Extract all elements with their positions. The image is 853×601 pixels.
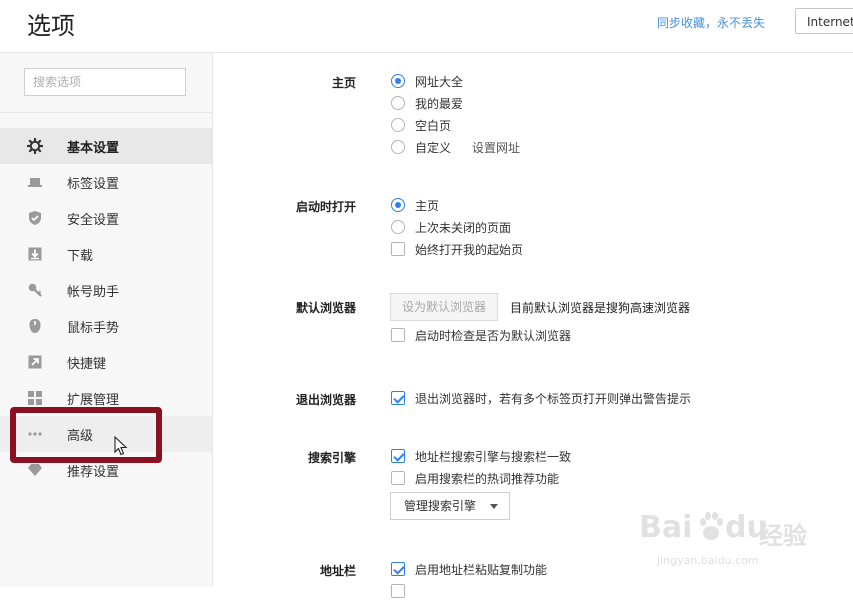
checkbox[interactable]: [391, 242, 405, 256]
checkbox-label: 启用地址栏粘贴复制功能: [415, 563, 548, 577]
sidebar: 基本设置 标签设置 安全设置 下载 帐号助手: [0, 53, 213, 587]
mouse-cursor-icon: [114, 436, 128, 456]
grid-icon: [28, 391, 42, 405]
sidebar-item-label: 快捷键: [67, 357, 107, 372]
checkbox-label: 始终打开我的起始页: [415, 243, 524, 257]
radio-button[interactable]: [391, 96, 405, 110]
sidebar-item-tabs[interactable]: 标签设置: [0, 164, 212, 200]
sync-link[interactable]: 同步收藏，永不丢失: [657, 14, 765, 31]
radio-label: 空白页: [415, 119, 452, 133]
caret-down-icon: [490, 504, 498, 509]
set-default-browser-button[interactable]: 设为默认浏览器: [390, 293, 498, 321]
checkbox-label: 启动时检查是否为默认浏览器: [415, 329, 572, 343]
sidebar-item-mouse-gesture[interactable]: 鼠标手势: [0, 308, 212, 344]
section-label-addressbar: 地址栏: [319, 564, 356, 578]
sidebar-item-label: 鼠标手势: [67, 321, 120, 336]
radio-label: 主页: [415, 199, 440, 213]
download-icon: [28, 247, 42, 261]
checkbox[interactable]: [391, 449, 405, 463]
watermark-brand-cn: 经验: [759, 522, 807, 550]
sidebar-item-account[interactable]: 帐号助手: [0, 272, 212, 308]
set-url-link[interactable]: 设置网址: [472, 139, 520, 156]
sidebar-item-label: 推荐设置: [67, 465, 120, 480]
sidebar-item-shortcut[interactable]: 快捷键: [0, 344, 212, 380]
internet-options-button[interactable]: Internet: [795, 8, 853, 34]
search-input[interactable]: [25, 69, 183, 95]
radio-label: 上次未关闭的页面: [415, 221, 512, 235]
radio-button[interactable]: [391, 140, 405, 154]
section-label-exit: 退出浏览器: [295, 393, 356, 407]
radio-button[interactable]: [391, 74, 405, 88]
gear-icon: [27, 138, 43, 154]
manage-search-engine-dropdown[interactable]: 管理搜索引擎: [390, 492, 510, 520]
highlight-annotation: [10, 407, 162, 463]
radio-label: 自定义: [415, 141, 452, 155]
baidu-jingyan-watermark: Bai du 经验 jingyan.baidu.com: [617, 506, 817, 567]
sidebar-item-label: 基本设置: [67, 141, 120, 156]
sidebar-item-label: 标签设置: [67, 177, 120, 192]
sidebar-divider: [0, 112, 212, 113]
section-label-homepage: 主页: [331, 76, 356, 90]
sidebar-item-basic[interactable]: 基本设置: [0, 128, 212, 164]
checkbox[interactable]: [391, 328, 405, 342]
header: 选项 同步收藏，永不丢失 Internet: [0, 0, 853, 53]
section-label-startup: 启动时打开: [295, 200, 356, 214]
shield-icon: [29, 211, 41, 225]
sidebar-item-security[interactable]: 安全设置: [0, 200, 212, 236]
key-icon: [28, 283, 42, 297]
diamond-icon: [28, 464, 42, 476]
paw-icon: [700, 512, 723, 540]
laptop-icon: [28, 178, 42, 187]
sidebar-item-label: 帐号助手: [67, 285, 120, 300]
watermark-brand: Bai: [639, 510, 693, 545]
radio-label: 网址大全: [415, 75, 464, 89]
section-label-search: 搜索引擎: [307, 451, 356, 465]
radio-button[interactable]: [391, 220, 405, 234]
checkbox-label: 退出浏览器时，若有多个标签页打开则弹出警告提示: [415, 392, 692, 406]
radio-button[interactable]: [391, 118, 405, 132]
dropdown-label: 管理搜索引擎: [404, 499, 477, 513]
radio-label: 我的最爱: [415, 97, 464, 111]
checkbox[interactable]: [391, 471, 405, 485]
mouse-icon: [29, 319, 41, 333]
section-label-default-browser: 默认浏览器: [295, 301, 356, 315]
sidebar-item-label: 扩展管理: [67, 393, 120, 408]
checkbox-label: 地址栏搜索引擎与搜索栏一致: [415, 450, 572, 464]
radio-button[interactable]: [391, 198, 405, 212]
search-box[interactable]: [24, 68, 186, 96]
checkbox-label: 启用搜索栏的热词推荐功能: [415, 472, 560, 486]
page-title: 选项: [27, 12, 75, 40]
watermark-url: jingyan.baidu.com: [657, 554, 759, 567]
arrow-shortcut-icon: [28, 355, 42, 369]
sidebar-item-label: 下载: [67, 249, 94, 264]
sidebar-item-download[interactable]: 下载: [0, 236, 212, 272]
checkbox[interactable]: [391, 562, 405, 576]
checkbox[interactable]: [391, 391, 405, 405]
default-browser-status: 目前默认浏览器是搜狗高速浏览器: [510, 301, 691, 315]
sidebar-item-label: 安全设置: [67, 213, 120, 228]
checkbox[interactable]: [391, 584, 405, 598]
